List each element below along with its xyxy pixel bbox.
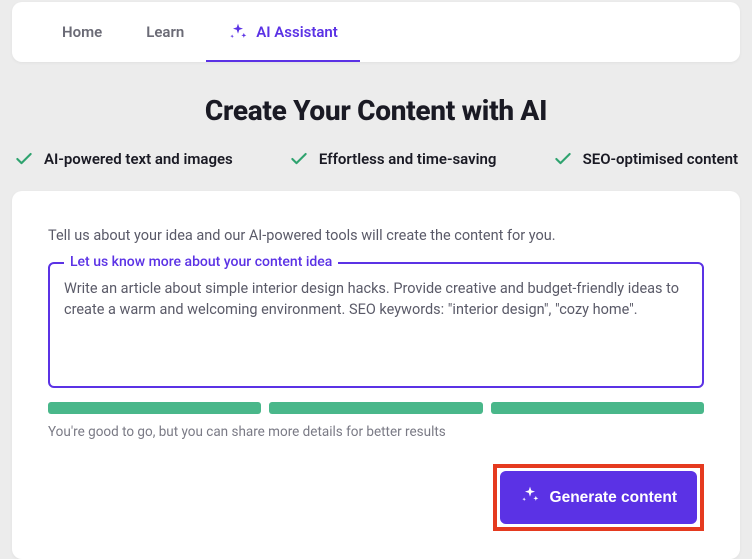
page-title: Create Your Content with AI: [0, 94, 752, 127]
generate-content-button[interactable]: Generate content: [500, 471, 697, 524]
intro-text: Tell us about your idea and our AI-power…: [48, 227, 704, 244]
check-icon: [14, 149, 34, 169]
idea-field: Let us know more about your content idea: [48, 262, 704, 388]
strength-bar: [269, 402, 482, 414]
sparkle-icon: [520, 485, 540, 510]
strength-bar: [491, 402, 704, 414]
tab-label: Learn: [146, 23, 184, 41]
benefit-text: AI-powered text and images: [44, 150, 233, 168]
tab-ai-assistant[interactable]: AI Assistant: [206, 2, 360, 62]
tab-home[interactable]: Home: [40, 2, 124, 62]
sparkle-icon: [228, 22, 248, 42]
check-icon: [553, 149, 573, 169]
benefits-row: AI-powered text and images Effortless an…: [14, 149, 738, 169]
benefit-item: AI-powered text and images: [14, 149, 233, 169]
button-label: Generate content: [550, 489, 677, 507]
hero: Create Your Content with AI: [0, 94, 752, 127]
field-legend: Let us know more about your content idea: [64, 254, 338, 270]
benefit-item: Effortless and time-saving: [289, 149, 497, 169]
strength-meter: [48, 402, 704, 414]
strength-bar: [48, 402, 261, 414]
tab-bar: Home Learn AI Assistant: [12, 2, 740, 62]
tab-label: AI Assistant: [256, 23, 338, 41]
content-card: Tell us about your idea and our AI-power…: [12, 191, 740, 559]
idea-textarea[interactable]: [64, 278, 688, 368]
benefit-text: SEO-optimised content: [583, 150, 738, 168]
tab-label: Home: [62, 23, 102, 41]
highlight-box: Generate content: [493, 464, 704, 531]
check-icon: [289, 149, 309, 169]
benefit-text: Effortless and time-saving: [319, 150, 497, 168]
actions-row: Generate content: [48, 464, 704, 531]
tab-learn[interactable]: Learn: [124, 2, 206, 62]
benefit-item: SEO-optimised content: [553, 149, 738, 169]
strength-hint: You're good to go, but you can share mor…: [48, 424, 704, 440]
